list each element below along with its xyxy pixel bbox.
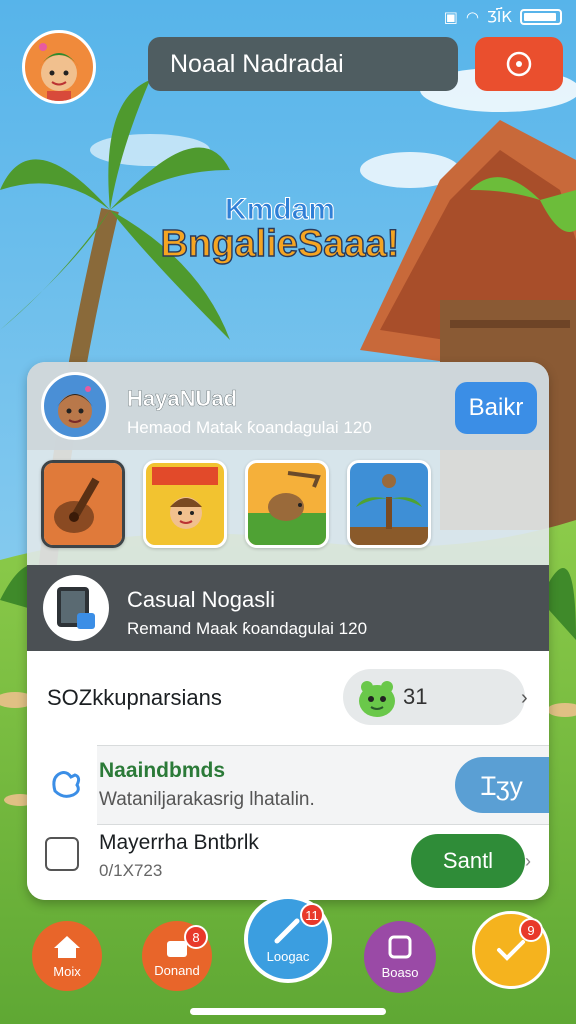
headline-line1: Kmdam	[224, 193, 336, 226]
user-avatar[interactable]	[22, 30, 96, 104]
thumbnail-row	[41, 460, 431, 548]
nav-loogac[interactable]: Loogac 11	[244, 895, 332, 983]
comic-thumb[interactable]	[143, 460, 227, 548]
row2-title: Naaindbmds	[99, 759, 226, 782]
nav-check[interactable]: 9	[472, 911, 550, 989]
profile-card: HayaNUad Hemaod Matak ƙoandagulai 120 Ba…	[27, 362, 549, 450]
row3-subtitle: 0/1X723	[99, 861, 163, 880]
guitar-icon	[44, 463, 122, 545]
row1-chevron-icon: ›	[521, 687, 528, 709]
avatar-face-icon	[39, 43, 79, 101]
home-indicator[interactable]	[190, 1008, 386, 1015]
grid-icon	[45, 837, 79, 871]
palm-tree-icon	[350, 463, 428, 545]
nav-donand[interactable]: Donand 8	[142, 921, 212, 991]
comic-character-icon	[146, 463, 224, 545]
row2-action-button[interactable]: Ɪʒy	[455, 757, 549, 813]
record-button[interactable]	[475, 37, 563, 91]
frog-icon	[359, 681, 395, 717]
row2-subtitle: Wataniljarakasrig lhatalin.	[99, 789, 315, 810]
row3-chevron-icon: ›	[525, 851, 531, 871]
battery-icon	[520, 9, 562, 25]
row3-action-button[interactable]: Santl	[411, 834, 525, 888]
nav-donand-label: Donand	[154, 962, 200, 978]
nav-loogac-label: Loogac	[266, 948, 310, 964]
headline-line2: BngalieSaaa!	[160, 223, 400, 265]
tablet-icon	[57, 587, 95, 629]
row1-count: 31	[403, 684, 428, 709]
signal-text: ƷІ҃К	[486, 8, 512, 26]
wifi-icon: ◠	[465, 8, 479, 26]
guitar-thumb[interactable]	[41, 460, 125, 548]
profile-name: HayaNUad	[127, 386, 238, 411]
chat-icon	[388, 935, 412, 958]
palm-thumb[interactable]	[347, 460, 431, 548]
headline: Kmdam BngalieSaaa!	[130, 193, 430, 265]
nav-check-badge: 9	[519, 918, 543, 942]
nav-boaso-label: Boaso	[381, 964, 419, 980]
home-icon	[54, 935, 80, 958]
hedgehog-thumb[interactable]	[245, 460, 329, 548]
nav-loogac-badge: 11	[300, 903, 324, 927]
checkmark-icon	[497, 940, 525, 961]
list-area: SOZkkupnarsians 31 › Naaindbmds Watanilj…	[27, 651, 549, 900]
nav-donand-badge: 8	[184, 925, 208, 949]
hand-icon	[52, 771, 81, 798]
section-subtitle: Remand Maak ƙoandagulai 120	[127, 619, 368, 638]
profile-avatar[interactable]	[41, 372, 109, 440]
section-icon	[43, 575, 109, 641]
row1-label: SOZkkupnarsians	[47, 685, 222, 710]
sim-icon: ▣	[443, 8, 458, 26]
hedgehog-icon	[248, 463, 326, 545]
search-text: Noaal Nadradai	[170, 49, 344, 78]
search-bar[interactable]: Noaal Nadradai	[148, 37, 458, 91]
nav-home[interactable]: Moix	[32, 921, 102, 991]
status-bar: ▣ ◠ ƷІ҃К	[444, 6, 562, 28]
row3-title: Mayerrha Bntbrlk	[99, 831, 259, 854]
profile-subtitle: Hemaod Matak ƙoandagulai 120	[127, 418, 372, 437]
main-panel: HayaNUad Hemaod Matak ƙoandagulai 120 Ba…	[27, 362, 549, 900]
bottom-nav: Moix Donand 8 Loogac 11 Boaso 9	[0, 895, 576, 1005]
nav-boaso[interactable]: Boaso	[364, 921, 436, 993]
profile-action-button[interactable]: Baikr	[455, 382, 537, 434]
record-icon	[506, 51, 532, 77]
section-title: Casual Nogasli	[127, 587, 275, 612]
nav-home-label: Moix	[53, 963, 81, 979]
profile-face-icon	[57, 386, 93, 428]
section-header: Casual Nogasli Remand Maak ƙoandagulai 1…	[27, 565, 549, 651]
